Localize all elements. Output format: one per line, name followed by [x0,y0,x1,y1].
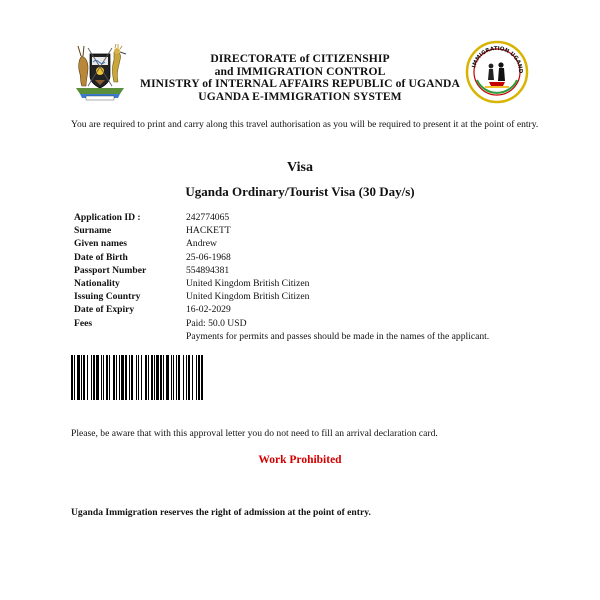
detail-label: Given names [74,238,128,250]
visa-type-title: Uganda Ordinary/Tourist Visa (30 Day/s) [185,184,415,199]
immigration-uganda-seal-icon: IMMIGRATION UGANDA [465,40,529,104]
applicant-details: Application ID : 242774065 Surname HACKE… [74,211,544,343]
detail-row-passport-number: Passport Number 554894381 [74,264,544,277]
barcode-bar [186,355,187,400]
detail-row-date-of-birth: Date of Birth 25-06-1968 [74,251,544,264]
barcode [71,355,203,400]
barcode-bar [83,355,85,400]
barcode-bar [81,355,82,400]
barcode-bar [156,355,159,400]
detail-value: Paid: 50.0 USD [186,317,247,329]
barcode-bar [101,355,102,400]
payment-note: Payments for permits and passes should b… [186,330,490,342]
barcode-bar [109,355,110,400]
barcode-bar [141,355,142,400]
barcode-bar [116,355,117,400]
work-status: Work Prohibited [258,454,342,466]
header-line-directorate: DIRECTORATE of CITIZENSHIP [210,52,390,65]
print-instruction-text: You are required to print and carry alon… [71,119,539,130]
barcode-bar [138,355,139,400]
detail-label: Surname [74,225,112,237]
barcode-bar [171,355,172,400]
detail-value: United Kingdom British Citizen [186,291,310,303]
detail-label: Date of Expiry [74,304,135,316]
detail-row-application-id: Application ID : 242774065 [74,211,544,224]
detail-label: Fees [74,317,93,329]
detail-row-surname: Surname HACKETT [74,224,544,237]
barcode-bar [103,355,104,400]
document-title: Visa [287,160,313,175]
barcode-bar [151,355,153,400]
detail-value: United Kingdom British Citizen [186,277,310,289]
detail-label: Passport Number [74,264,147,276]
barcode-bar [91,355,92,400]
header-title-block: DIRECTORATE of CITIZENSHIP and IMMIGRATI… [130,52,470,103]
barcode-bar [87,355,88,400]
uganda-coat-of-arms-icon [76,43,127,101]
detail-label: Nationality [74,277,120,289]
barcode-bar [198,355,200,400]
barcode-bar [154,355,155,400]
detail-row-given-names: Given names Andrew [74,237,544,250]
barcode-bar [106,355,108,400]
barcode-bar [160,355,162,400]
barcode-bar [77,355,80,400]
barcode-bar [201,355,203,400]
detail-value: 554894381 [186,264,230,276]
barcode-bar [163,355,164,400]
header-line-system: UGANDA E-IMMIGRATION SYSTEM [198,89,402,103]
barcode-bar [74,355,75,400]
detail-value: Andrew [186,238,217,250]
barcode-bar [178,355,180,400]
admission-reservation-note: Uganda Immigration reserves the right of… [71,507,371,518]
barcode-bar [183,355,184,400]
barcode-bar [121,355,124,400]
barcode-bar [96,355,99,400]
detail-row-fees: Fees Paid: 50.0 USD [74,317,544,330]
detail-value: 16-02-2029 [186,304,231,316]
detail-label: Issuing Country [74,291,141,303]
barcode-bar [131,355,133,400]
barcode-bar [125,355,127,400]
barcode-bar [166,355,169,400]
barcode-bar [196,355,197,400]
barcode-bar [145,355,147,400]
detail-row-date-of-expiry: Date of Expiry 16-02-2029 [74,303,544,316]
barcode-bar [93,355,95,400]
barcode-bar [176,355,177,400]
barcode-bar [192,355,193,400]
barcode-bar [129,355,130,400]
detail-row-issuing-country: Issuing Country United Kingdom British C… [74,290,544,303]
barcode-bar [188,355,190,400]
detail-row-nationality: Nationality United Kingdom British Citiz… [74,277,544,290]
detail-label: Application ID : [74,212,141,223]
barcode-bar [119,355,120,400]
barcode-bar [71,355,73,400]
detail-value: 242774065 [186,212,230,223]
arrival-declaration-note: Please, be aware that with this approval… [71,428,438,439]
document-header: DIRECTORATE of CITIZENSHIP and IMMIGRATI… [0,40,600,108]
detail-value: 25-06-1968 [186,251,231,263]
header-line-ministry: MINISTRY of INTERNAL AFFAIRS REPUBLIC of… [140,77,460,91]
barcode-bar [148,355,149,400]
barcode-bar [173,355,174,400]
barcode-bar [113,355,115,400]
detail-value: HACKETT [186,225,231,237]
detail-label: Date of Birth [74,251,128,263]
barcode-bar [136,355,137,400]
